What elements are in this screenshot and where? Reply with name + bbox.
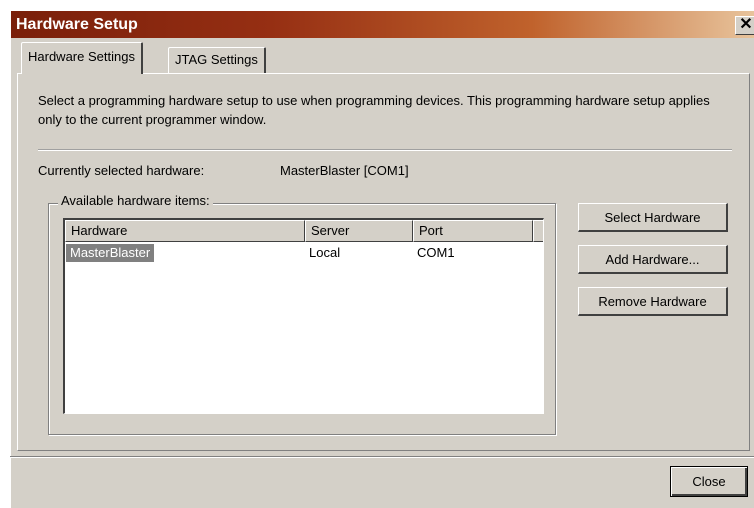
tab-hardware-settings[interactable]: Hardware Settings xyxy=(21,42,143,74)
current-hardware-label: Currently selected hardware: xyxy=(38,163,205,178)
tab-jtag-settings[interactable]: JTAG Settings xyxy=(168,47,266,74)
close-icon[interactable]: ✕ xyxy=(735,16,754,35)
hardware-list[interactable]: Hardware Server Port MasterBlaster Local… xyxy=(63,218,544,414)
close-glyph: ✕ xyxy=(739,16,753,33)
column-header-port[interactable]: Port xyxy=(413,220,533,242)
footer-separator-highlight xyxy=(10,457,754,458)
close-button[interactable]: Close xyxy=(670,466,748,497)
window-title: Hardware Setup xyxy=(16,16,138,33)
remove-hardware-button[interactable]: Remove Hardware xyxy=(578,287,728,316)
tab-jtag-settings-label: JTAG Settings xyxy=(175,52,258,67)
current-hardware-value: MasterBlaster [COM1] xyxy=(280,163,409,178)
description-text: Select a programming hardware setup to u… xyxy=(38,93,710,127)
tab-hardware-settings-label: Hardware Settings xyxy=(28,49,135,64)
table-row-server-cell[interactable]: Local xyxy=(309,244,340,262)
available-hardware-label: Available hardware items: xyxy=(58,193,213,208)
select-hardware-button[interactable]: Select Hardware xyxy=(578,203,728,232)
column-header-hardware[interactable]: Hardware xyxy=(65,220,305,242)
title-bar[interactable]: Hardware Setup ✕ xyxy=(11,11,754,38)
add-hardware-button[interactable]: Add Hardware... xyxy=(578,245,728,274)
table-row-port-cell[interactable]: COM1 xyxy=(417,244,455,262)
column-header-server[interactable]: Server xyxy=(305,220,413,242)
separator-highlight xyxy=(38,150,732,151)
table-row-hardware-cell[interactable]: MasterBlaster xyxy=(66,244,155,262)
column-header-filler xyxy=(533,220,543,242)
